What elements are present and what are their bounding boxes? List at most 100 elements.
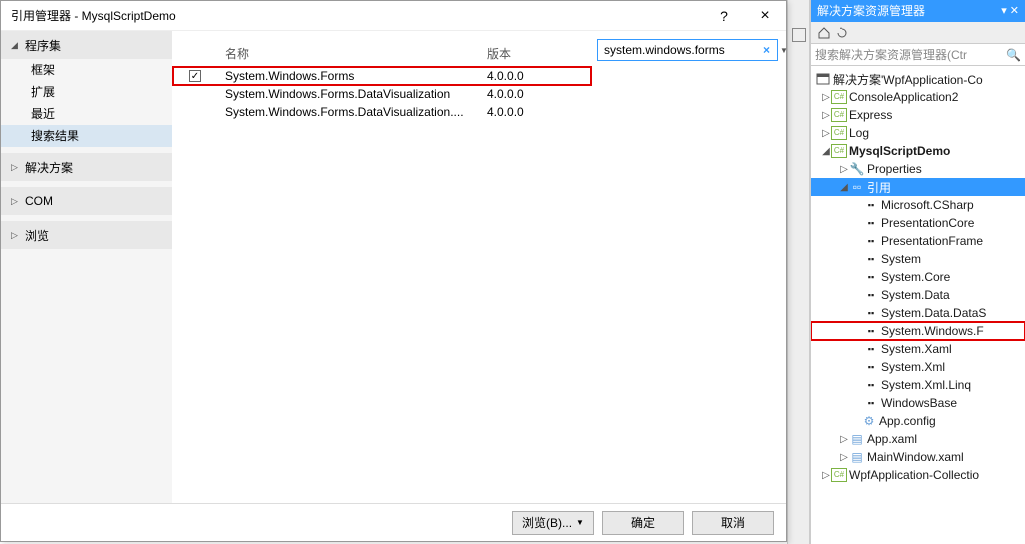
xaml-icon: ▤ — [849, 432, 865, 446]
file-node[interactable]: ⚙App.config — [811, 412, 1025, 430]
expander-icon[interactable]: ◢ — [839, 182, 849, 193]
search-box[interactable]: × ▼ — [597, 39, 778, 61]
chevron-down-icon[interactable]: ▼ — [780, 46, 788, 55]
checkbox-checked[interactable]: ✓ — [189, 70, 201, 82]
category-com[interactable]: ▷COM — [1, 187, 172, 215]
results-area: 名称 版本 ✓System.Windows.Forms4.0.0.0System… — [173, 31, 591, 503]
csharp-icon: C# — [831, 90, 847, 104]
project-node[interactable]: ▷C#ConsoleApplication2 — [811, 88, 1025, 106]
clear-icon[interactable]: × — [761, 43, 772, 57]
result-list: ✓System.Windows.Forms4.0.0.0System.Windo… — [173, 67, 591, 121]
reference-item[interactable]: ▪▪System — [811, 250, 1025, 268]
result-row[interactable]: System.Windows.Forms.DataVisualization..… — [173, 103, 591, 121]
reference-item[interactable]: ▪▪WindowsBase — [811, 394, 1025, 412]
column-version[interactable]: 版本 — [487, 45, 587, 62]
csharp-icon: C# — [831, 108, 847, 122]
assembly-icon: ▪▪ — [863, 252, 879, 266]
result-version: 4.0.0.0 — [487, 69, 587, 83]
expander-icon[interactable]: ▷ — [821, 110, 831, 121]
wrench-icon: 🔧 — [849, 162, 865, 176]
column-headers: 名称 版本 — [173, 31, 591, 67]
dock-icon[interactable] — [792, 28, 806, 42]
references-node[interactable]: ◢▫▫引用 — [811, 178, 1025, 196]
help-button[interactable]: ? — [704, 8, 744, 24]
subcategory-search-results[interactable]: 搜索结果 — [1, 125, 172, 147]
csharp-icon: C# — [831, 126, 847, 140]
result-name: System.Windows.Forms — [217, 69, 487, 83]
file-node[interactable]: ▷▤App.xaml — [811, 430, 1025, 448]
reference-item[interactable]: ▪▪System.Windows.F — [811, 322, 1025, 340]
reference-item[interactable]: ▪▪System.Xaml — [811, 340, 1025, 358]
search-icon[interactable]: 🔍 — [1006, 48, 1021, 62]
search-input[interactable] — [602, 42, 761, 58]
solution-explorer-toolbar — [811, 22, 1025, 44]
reference-item[interactable]: ▪▪System.Core — [811, 268, 1025, 286]
solution-explorer-title: 解决方案资源管理器 — [817, 0, 925, 22]
dialog-titlebar: 引用管理器 - MysqlScriptDemo ? × — [1, 1, 786, 31]
dialog-title: 引用管理器 - MysqlScriptDemo — [11, 7, 176, 24]
chevron-down-icon: ▼ — [576, 518, 584, 527]
cancel-button[interactable]: 取消 — [692, 511, 774, 535]
config-icon: ⚙ — [861, 414, 877, 428]
home-icon[interactable] — [817, 26, 831, 40]
reference-item[interactable]: ▪▪PresentationFrame — [811, 232, 1025, 250]
solution-explorer-search-placeholder: 搜索解决方案资源管理器(Ctr — [815, 46, 967, 63]
assembly-icon: ▪▪ — [863, 198, 879, 212]
solution-node[interactable]: 解决方案'WpfApplication-Co — [811, 70, 1025, 88]
project-node-active[interactable]: ◢C#MysqlScriptDemo — [811, 142, 1025, 160]
result-version: 4.0.0.0 — [487, 105, 587, 119]
reference-item[interactable]: ▪▪System.Data — [811, 286, 1025, 304]
solution-explorer-search[interactable]: 搜索解决方案资源管理器(Ctr 🔍 — [811, 44, 1025, 66]
reference-item[interactable]: ▪▪System.Xml — [811, 358, 1025, 376]
assembly-icon: ▪▪ — [863, 216, 879, 230]
result-row[interactable]: System.Windows.Forms.DataVisualization4.… — [173, 85, 591, 103]
subcategory-extensions[interactable]: 扩展 — [1, 81, 172, 103]
assembly-icon: ▪▪ — [863, 306, 879, 320]
ok-button[interactable]: 确定 — [602, 511, 684, 535]
assembly-icon: ▪▪ — [863, 234, 879, 248]
solution-explorer-panel: 解决方案资源管理器 ▾ ✕ 搜索解决方案资源管理器(Ctr 🔍 解决方案'Wpf… — [810, 0, 1025, 544]
properties-node[interactable]: ▷🔧Properties — [811, 160, 1025, 178]
expander-icon[interactable]: ▷ — [839, 434, 849, 445]
expander-icon[interactable]: ▷ — [839, 452, 849, 463]
search-panel: × ▼ — [591, 31, 786, 503]
references-icon: ▫▫ — [849, 180, 865, 194]
reference-item[interactable]: ▪▪System.Data.DataS — [811, 304, 1025, 322]
panel-window-controls[interactable]: ▾ ✕ — [1001, 0, 1019, 22]
expander-icon[interactable]: ◢ — [821, 146, 831, 157]
csharp-icon: C# — [831, 144, 847, 158]
category-browse[interactable]: ▷浏览 — [1, 221, 172, 249]
category-assemblies[interactable]: ◢程序集 — [1, 31, 172, 59]
result-name: System.Windows.Forms.DataVisualization — [217, 87, 487, 101]
assembly-icon: ▪▪ — [863, 270, 879, 284]
column-name[interactable]: 名称 — [217, 45, 487, 62]
assembly-icon: ▪▪ — [863, 288, 879, 302]
solution-icon — [815, 72, 831, 86]
result-name: System.Windows.Forms.DataVisualization..… — [217, 105, 487, 119]
expander-icon[interactable]: ▷ — [839, 164, 849, 175]
reference-item[interactable]: ▪▪Microsoft.CSharp — [811, 196, 1025, 214]
assembly-icon: ▪▪ — [863, 324, 879, 338]
project-node[interactable]: ▷C#Express — [811, 106, 1025, 124]
dialog-footer: 浏览(B)...▼ 确定 取消 — [1, 503, 786, 541]
file-node[interactable]: ▷▤MainWindow.xaml — [811, 448, 1025, 466]
category-solution[interactable]: ▷解决方案 — [1, 153, 172, 181]
close-button[interactable]: × — [744, 7, 786, 25]
dialog-body: ◢程序集 框架 扩展 最近 搜索结果 ▷解决方案 ▷COM ▷浏览 名称 版本 … — [1, 31, 786, 503]
result-row[interactable]: ✓ System.Windows.Forms4.0.0.0 — [173, 67, 591, 85]
browse-button[interactable]: 浏览(B)...▼ — [512, 511, 594, 535]
assembly-icon: ▪▪ — [863, 396, 879, 410]
expander-icon[interactable]: ▷ — [821, 128, 831, 139]
assembly-icon: ▪▪ — [863, 378, 879, 392]
project-node[interactable]: ▷C#WpfApplication-Collectio — [811, 466, 1025, 484]
refresh-icon[interactable] — [835, 26, 849, 40]
solution-label: 解决方案'WpfApplication-Co — [833, 71, 983, 88]
reference-item[interactable]: ▪▪PresentationCore — [811, 214, 1025, 232]
expander-icon[interactable]: ▷ — [821, 92, 831, 103]
project-node[interactable]: ▷C#Log — [811, 124, 1025, 142]
reference-item[interactable]: ▪▪System.Xml.Linq — [811, 376, 1025, 394]
expander-icon[interactable]: ▷ — [821, 470, 831, 481]
subcategory-framework[interactable]: 框架 — [1, 59, 172, 81]
subcategory-recent[interactable]: 最近 — [1, 103, 172, 125]
category-sidebar: ◢程序集 框架 扩展 最近 搜索结果 ▷解决方案 ▷COM ▷浏览 — [1, 31, 173, 503]
